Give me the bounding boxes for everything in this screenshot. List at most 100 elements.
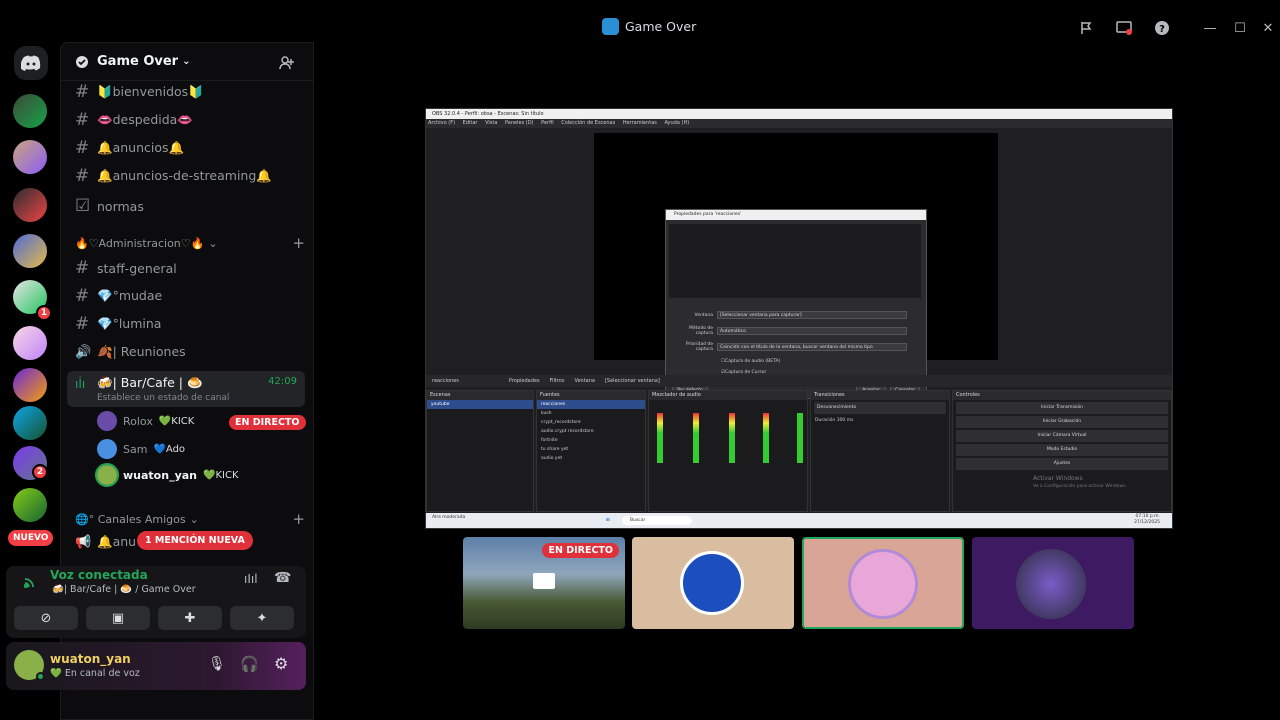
activities-icon: ✚ [184, 610, 196, 626]
server-icon-3[interactable] [13, 188, 47, 222]
source-item[interactable]: fortnite [537, 436, 645, 445]
hash-icon: # [75, 82, 90, 102]
audio-meter [729, 413, 735, 463]
stream-thumbnail-rolox[interactable]: EN DIRECTO [463, 537, 625, 629]
controls-dock: Controles Iniciar Transmisión Iniciar Gr… [952, 390, 1172, 512]
obs-menu-item[interactable]: Perfil [541, 120, 554, 126]
voice-user-name: Sam [123, 442, 148, 456]
close-icon[interactable]: ✕ [1258, 18, 1278, 38]
server-icon-4[interactable] [13, 234, 47, 268]
disconnect-icon[interactable]: ☎ [274, 570, 291, 586]
obs-menu-item[interactable]: Herramientas [623, 120, 657, 126]
filters-button[interactable]: Filtros [550, 378, 565, 384]
priority-select[interactable]: Coincidir con el título de la ventana, b… [717, 343, 907, 351]
dock-header: Mezclador de audio [649, 391, 807, 400]
obs-menu-item[interactable]: Archivo (F) [428, 120, 455, 126]
microphone-icon[interactable]: 🎙 [208, 656, 226, 672]
window-value[interactable]: [Seleccionar ventana] [605, 378, 660, 384]
participant-tile-rolox[interactable] [972, 537, 1134, 629]
voice-location[interactable]: 🍻| Bar/Cafe | 🍮 / Game Over [52, 584, 196, 595]
maximize-icon[interactable]: ☐ [1230, 18, 1250, 38]
start-streaming-button[interactable]: Iniciar Transmisión [956, 402, 1168, 414]
server-icon-8[interactable] [13, 406, 47, 440]
source-item[interactable]: tu share yet [537, 445, 645, 454]
obs-menu-item[interactable]: Colección de Escenas [561, 120, 615, 126]
screen-share-button[interactable]: ▣ [86, 606, 150, 630]
channel-anuncios[interactable]: # 🔔anuncios🔔 [75, 135, 305, 161]
add-channel-icon[interactable]: + [292, 234, 305, 252]
help-icon[interactable]: ? [1152, 18, 1172, 38]
channel-staff-general[interactable]: # staff-general [75, 255, 305, 281]
method-select[interactable]: Automático [717, 327, 907, 335]
server-icon-6[interactable] [13, 326, 47, 360]
category-admin[interactable]: 🔥♡Administracion♡🔥 ⌄ + [75, 233, 305, 253]
source-item[interactable]: audio yet [537, 454, 645, 463]
unread-badge: 1 [36, 305, 52, 321]
server-icon-7[interactable] [13, 368, 47, 402]
voice-user-rolox[interactable]: Rolox 💚KICK [97, 409, 194, 433]
channel-mudae[interactable]: # 💎°mudae [75, 283, 305, 309]
participant-tile-wuaton-yan[interactable] [802, 537, 964, 629]
category-friends[interactable]: 🌐° Canales Amigos ⌄ + [75, 509, 305, 529]
activities-button[interactable]: ✚ [158, 606, 222, 630]
signal-icon[interactable] [22, 574, 38, 590]
server-header[interactable]: Game Over ⌄ [61, 43, 313, 81]
discord-home-button[interactable] [14, 46, 48, 80]
server-icon-1[interactable] [13, 94, 47, 128]
source-item[interactable]: crypt_recordstore [537, 418, 645, 427]
scene-item[interactable]: youtube [427, 400, 533, 409]
obs-menu-item[interactable]: Paneles (D) [505, 120, 534, 126]
window-select[interactable]: [Seleccionar ventana para capturar] [717, 311, 907, 319]
transition-select[interactable]: Desvanecimiento [814, 402, 946, 414]
obs-menu-item[interactable]: Editar [463, 120, 478, 126]
source-item[interactable]: kush [537, 409, 645, 418]
channel-label: 🔰bienvenidos🔰 [97, 84, 204, 99]
username[interactable]: wuaton_yan [50, 652, 131, 666]
duration-value[interactable]: 300 ms [837, 418, 854, 423]
sources-dock: Fuentes reacciones kush crypt_recordstor… [536, 390, 646, 512]
voice-timer: 42:09 [268, 376, 297, 387]
active-voice-channel[interactable]: ıİı 🍻| Bar/Cafe | 🍮 42:09 Establece un e… [67, 371, 305, 407]
channel-bienvenidos[interactable]: # 🔰bienvenidos🔰 [75, 79, 305, 105]
add-channel-icon[interactable]: + [292, 510, 305, 528]
source-item[interactable]: audio crypt recordstore [537, 427, 645, 436]
channel-normas[interactable]: ☑ normas [75, 193, 305, 219]
start-recording-button[interactable]: Iniciar Grabación [956, 416, 1168, 428]
minimize-icon[interactable]: — [1200, 18, 1220, 38]
camera-toggle-button[interactable]: ⊘ [14, 606, 78, 630]
obs-window-stream[interactable]: OBS 32.0.4 - Perfil: obsa - Escenas: Sin… [425, 108, 1173, 529]
audio-capture-checkbox[interactable]: ☐ Captura de audio (BETA) [721, 356, 780, 366]
soundboard-icon[interactable]: ıIıl [244, 572, 258, 586]
channel-lumina[interactable]: # 💎°lumina [75, 311, 305, 337]
obs-menu-item[interactable]: Ayuda (H) [664, 120, 689, 126]
voice-user-wuaton-yan[interactable]: wuaton_yan 💚KICK [95, 463, 239, 487]
headphones-icon[interactable]: 🎧 [240, 655, 259, 673]
channel-despedida[interactable]: # 👄despedida👄 [75, 107, 305, 133]
live-badge: EN DIRECTO [542, 543, 619, 558]
settings-gear-icon[interactable]: ⚙ [274, 654, 288, 673]
channel-anuncios-de-streaming[interactable]: # 🔔anuncios-de-streaming🔔 [75, 163, 305, 189]
invite-icon[interactable] [279, 55, 295, 71]
title-bar: Game Over ? — ☐ ✕ [0, 0, 1280, 42]
screen-share-icon[interactable] [1114, 18, 1134, 38]
user-status: 💚 En canal de voz [50, 668, 140, 679]
new-server-pill[interactable]: NUEVO [8, 530, 54, 546]
voice-user-sam[interactable]: Sam 💙Ado [97, 437, 185, 461]
properties-button[interactable]: Propiedades [509, 378, 540, 384]
new-mention-pill[interactable]: 1 MENCIÓN NUEVA [137, 531, 253, 550]
soundboard-button[interactable]: ✦ [230, 606, 294, 630]
server-icon-2[interactable] [13, 140, 47, 174]
participant-tile-sam[interactable] [632, 537, 794, 629]
settings-button[interactable]: Ajustes [956, 458, 1168, 470]
source-item[interactable]: reacciones [537, 400, 645, 409]
obs-menu-bar: Archivo (F) Editar Vista Paneles (D) Per… [426, 119, 1172, 128]
weather-widget: Alre moderada [432, 515, 466, 520]
taskbar-search: Buscar [622, 516, 692, 525]
obs-menu-item[interactable]: Vista [485, 120, 497, 126]
channel-status-placeholder[interactable]: Establece un estado de canal [97, 393, 229, 403]
virtual-camera-button[interactable]: Iniciar Cámara Virtual [956, 430, 1168, 442]
server-icon-10[interactable] [13, 488, 47, 522]
inbox-icon[interactable] [1076, 18, 1096, 38]
channel-reuniones[interactable]: 🔊 🍂| Reuniones [75, 339, 305, 365]
studio-mode-button[interactable]: Modo Estudio [956, 444, 1168, 456]
